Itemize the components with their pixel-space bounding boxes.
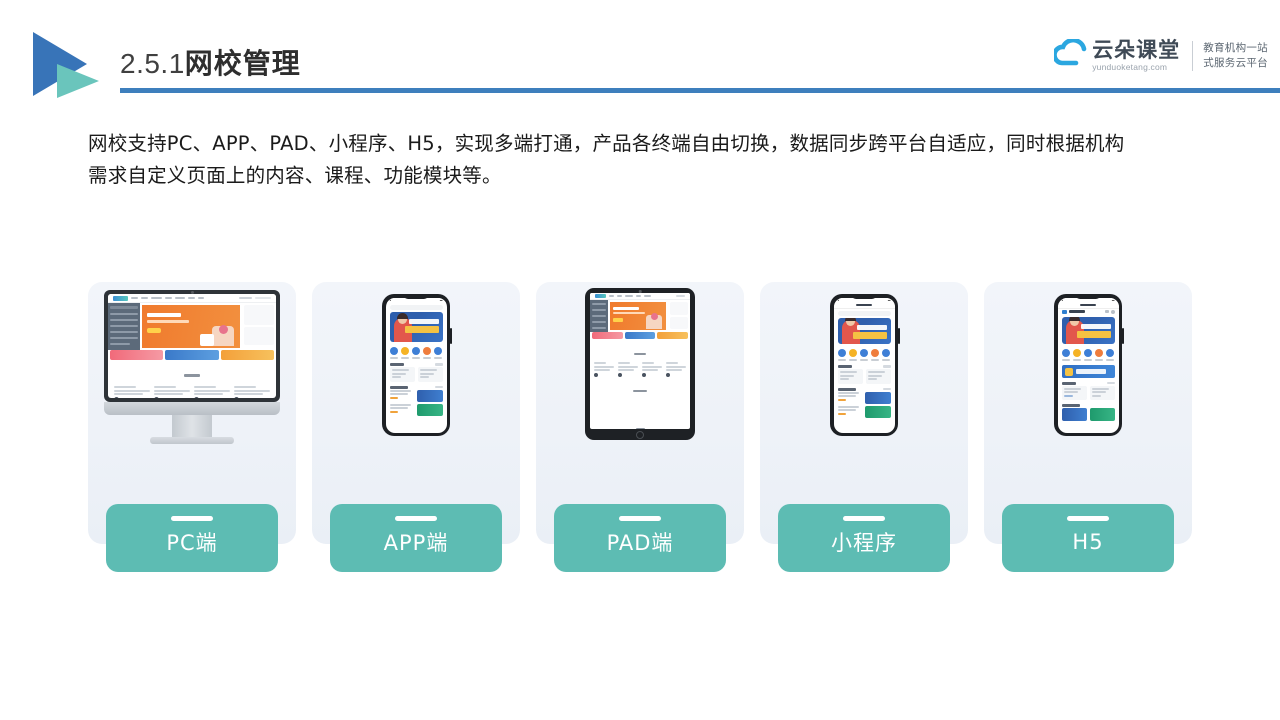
brand-divider: [1192, 41, 1194, 71]
device-label-pc[interactable]: PC端: [106, 504, 278, 572]
body-paragraph-line2: 需求自定义页面上的内容、课程、功能模块等。: [88, 164, 502, 187]
device-label-text: PC端: [166, 531, 218, 555]
device-card-miniprogram[interactable]: ● ▬ 小程序: [760, 282, 968, 572]
brand-tagline: 教育机构一站 式服务云平台: [1203, 41, 1268, 71]
brand-logo: 云朵课堂 yunduoketang.com 教育机构一站 式服务云平台: [1052, 33, 1268, 79]
label-accent-bar: [171, 516, 213, 521]
page-title-number: 2.5.1: [120, 48, 185, 79]
device-card-row: PC端 ● ▬ APP端 PAD端 ● ▬ 小程序 ● ▬ H5: [88, 282, 1192, 582]
label-accent-bar: [395, 516, 437, 521]
device-illustration-app: ● ▬: [312, 282, 520, 462]
label-accent-bar: [843, 516, 885, 521]
device-illustration-miniprogram: ● ▬: [760, 282, 968, 462]
device-label-h5[interactable]: H5: [1002, 504, 1174, 572]
title-underline-rule: [120, 88, 1280, 93]
label-accent-bar: [619, 516, 661, 521]
device-card-pc[interactable]: PC端: [88, 282, 296, 572]
smartphone-icon: ● ▬: [1054, 294, 1124, 436]
cloud-icon: [1052, 37, 1090, 73]
device-illustration-pc: [88, 282, 296, 462]
smartphone-icon: ● ▬: [382, 294, 452, 436]
slide-root: 2.5.1 网校管理 云朵课堂 yunduoketang.com 教育机构一站 …: [0, 0, 1280, 720]
device-card-h5[interactable]: ● ▬ H5: [984, 282, 1192, 572]
device-illustration-h5: ● ▬: [984, 282, 1192, 462]
label-accent-bar: [1067, 516, 1109, 521]
tablet-icon: [585, 288, 695, 440]
device-card-app[interactable]: ● ▬ APP端: [312, 282, 520, 572]
device-label-text: APP端: [383, 531, 449, 555]
body-paragraph: 网校支持PC、APP、PAD、小程序、H5，实现多端打通，产品各终端自由切换，数…: [88, 128, 1208, 192]
smartphone-icon: ● ▬: [830, 294, 900, 436]
body-paragraph-line1: 网校支持PC、APP、PAD、小程序、H5，实现多端打通，产品各终端自由切换，数…: [88, 132, 1125, 155]
desktop-monitor-icon: [104, 290, 280, 450]
page-title: 2.5.1 网校管理: [120, 42, 301, 88]
device-card-pad[interactable]: PAD端: [536, 282, 744, 572]
device-label-app[interactable]: APP端: [330, 504, 502, 572]
device-label-miniprogram[interactable]: 小程序: [778, 504, 950, 572]
device-label-text: PAD端: [606, 531, 674, 555]
brand-name: 云朵课堂: [1092, 38, 1181, 62]
double-triangle-logo-icon: [27, 30, 105, 100]
device-label-text: H5: [1072, 530, 1104, 554]
device-label-text: 小程序: [831, 531, 897, 555]
device-illustration-pad: [536, 282, 744, 462]
brand-tagline-line2: 式服务云平台: [1203, 57, 1268, 69]
page-title-text: 网校管理: [184, 47, 301, 80]
brand-tagline-line1: 教育机构一站: [1203, 42, 1268, 54]
device-label-pad[interactable]: PAD端: [554, 504, 726, 572]
brand-url: yunduoketang.com: [1092, 62, 1168, 72]
